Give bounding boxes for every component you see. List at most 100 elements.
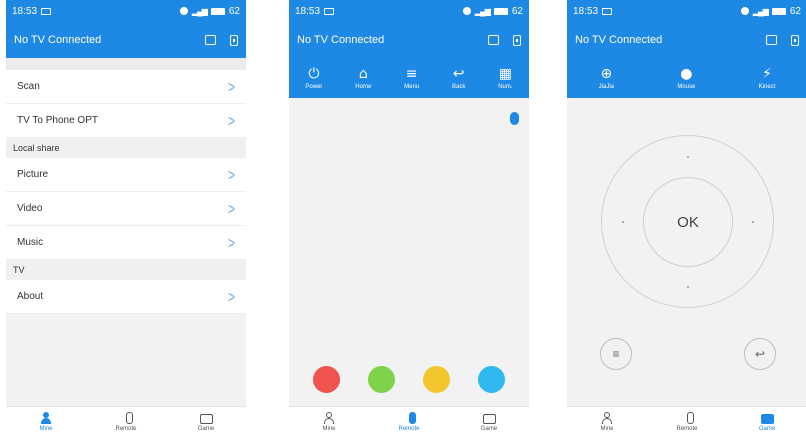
remote-control-icon	[408, 411, 416, 424]
menu-item-picture[interactable]: Picture >	[6, 158, 246, 192]
tab-label: Game	[197, 425, 215, 432]
tab-label: Mine	[39, 425, 53, 432]
remote-icon[interactable]	[513, 34, 521, 46]
battery-icon	[493, 7, 508, 15]
kinect-button[interactable]: ⚡ Kinect	[759, 67, 776, 90]
jiajia-button[interactable]: ⊕ JiaJia	[599, 67, 614, 90]
status-bar: 18:53 ▂▄▆ 62	[6, 0, 246, 22]
down-indicator	[687, 286, 689, 288]
mouse-icon: ●	[680, 65, 693, 82]
back-button[interactable]: ↩ Back	[452, 67, 465, 90]
tab-remote[interactable]: Remote	[647, 407, 727, 436]
menu-button[interactable]: ≡ Menu	[404, 67, 419, 90]
running-person-icon: ⚡	[762, 65, 772, 82]
remote-control-icon	[686, 411, 694, 424]
bottom-tab-bar: Mine Remote Game	[289, 406, 529, 436]
menu-item-video[interactable]: Video >	[6, 192, 246, 226]
tab-remote[interactable]: Remote	[369, 407, 449, 436]
yellow-button[interactable]	[423, 366, 450, 393]
screen-mirror-icon[interactable]	[488, 35, 499, 45]
menu-item-label: TV To Phone OPT	[17, 115, 98, 126]
tab-label: Game	[480, 425, 498, 432]
remote-toolbar: ⏻ Power ⌂ Home ≡ Menu ↩ Back ▦ Num.	[289, 58, 529, 98]
right-indicator	[752, 221, 754, 223]
chevron-right-icon: >	[227, 76, 235, 97]
signal-icon: ▂▄▆	[474, 6, 491, 16]
menu-item-label: Music	[17, 237, 44, 248]
app-bar: No TV Connected	[289, 22, 529, 58]
blue-button[interactable]	[478, 366, 505, 393]
power-icon: ⏻	[308, 65, 320, 82]
signal-icon: ▂▄▆	[752, 6, 769, 16]
chevron-right-icon: >	[227, 198, 235, 219]
screen-mirror-icon[interactable]	[205, 35, 216, 45]
section-header-tv: TV	[6, 260, 246, 280]
app-bar: No TV Connected	[6, 22, 246, 58]
tab-label: Mine	[322, 425, 336, 432]
remote-icon[interactable]	[791, 34, 799, 46]
battery-icon	[210, 7, 225, 15]
phone-game-screen: 18:53 ▂▄▆ 62 No TV Connected ⊕ JiaJia ● Mou…	[567, 0, 806, 436]
game-toolbar: ⊕ JiaJia ● Mouse ⚡ Kinect	[567, 58, 806, 98]
menu-button[interactable]: ≡	[600, 338, 632, 370]
home-icon: ⌂	[358, 65, 368, 82]
tab-mine[interactable]: Mine	[289, 407, 369, 436]
chevron-right-icon: >	[227, 232, 235, 253]
signal-icon: ▂▄▆	[191, 6, 208, 16]
menu-item-scan[interactable]: Scan >	[6, 70, 246, 104]
menu-item-music[interactable]: Music >	[6, 226, 246, 260]
section-header-local-share: Local share	[6, 138, 246, 158]
screen-mirror-icon[interactable]	[766, 35, 777, 45]
menu-item-label: Video	[17, 203, 43, 214]
phone-remote-screen: 18:53 ▂▄▆ 62 No TV Connected ⏻ Power ⌂ Home…	[289, 0, 529, 436]
ok-button[interactable]: OK	[643, 177, 733, 267]
red-button[interactable]	[313, 366, 340, 393]
num-button[interactable]: ▦ Num.	[498, 67, 512, 90]
status-bar: 18:53 ▂▄▆ 62	[289, 0, 529, 22]
menu-item-label: About	[17, 291, 44, 302]
alarm-icon	[462, 7, 471, 15]
tool-label: Menu	[404, 83, 420, 90]
alarm-icon	[179, 7, 188, 15]
remote-control-icon	[125, 411, 133, 424]
tab-game[interactable]: Game	[449, 407, 529, 436]
remote-icon[interactable]	[230, 34, 238, 46]
tool-label: Power	[305, 83, 323, 90]
green-button[interactable]	[368, 366, 395, 393]
menu-item-label: Picture	[17, 169, 49, 180]
tab-remote[interactable]: Remote	[86, 407, 166, 436]
tab-label: Remote	[115, 425, 137, 432]
mouse-icon[interactable]	[510, 112, 519, 125]
back-arrow-icon: ↩	[754, 347, 766, 361]
gamepad-icon	[760, 413, 774, 424]
divider	[6, 58, 246, 70]
mouse-button[interactable]: ● Mouse	[677, 67, 695, 90]
tool-label: Num.	[498, 83, 513, 90]
menu-item-label: Scan	[17, 81, 40, 92]
battery-level: 62	[511, 5, 523, 17]
bottom-tab-bar: Mine Remote Game	[567, 406, 806, 436]
image-notification-icon	[324, 7, 335, 15]
chevron-right-icon: >	[227, 286, 235, 307]
bottom-tab-bar: Mine Remote Game	[6, 406, 246, 436]
back-button[interactable]: ↩	[744, 338, 776, 370]
connection-title: No TV Connected	[297, 34, 385, 46]
tab-mine[interactable]: Mine	[567, 407, 647, 436]
gamepad-icon	[482, 413, 496, 424]
menu-item-about[interactable]: About >	[6, 280, 246, 314]
tab-label: Remote	[398, 425, 420, 432]
image-notification-icon	[602, 7, 613, 15]
connection-title: No TV Connected	[14, 34, 102, 46]
back-arrow-icon: ↩	[452, 65, 465, 82]
power-button[interactable]: ⏻ Power	[305, 67, 322, 90]
tool-label: Home	[355, 83, 372, 90]
person-icon	[323, 411, 335, 424]
menu-item-tv-to-phone[interactable]: TV To Phone OPT >	[6, 104, 246, 138]
tool-label: JiaJia	[598, 83, 614, 90]
tab-mine[interactable]: Mine	[6, 407, 86, 436]
home-button[interactable]: ⌂ Home	[355, 67, 371, 90]
gamepad-icon	[199, 413, 213, 424]
tab-game[interactable]: Game	[166, 407, 246, 436]
tool-label: Mouse	[677, 83, 696, 90]
tab-game[interactable]: Game	[727, 407, 806, 436]
